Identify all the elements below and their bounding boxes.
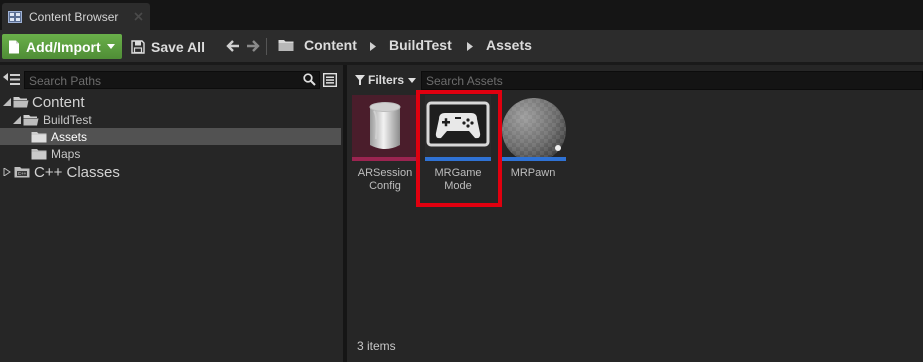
close-icon[interactable]	[133, 11, 144, 22]
chevron-right-icon[interactable]	[370, 42, 376, 51]
breadcrumb-assets[interactable]: Assets	[486, 37, 532, 53]
add-import-button[interactable]: Add/Import	[2, 34, 122, 59]
folder-open-icon	[23, 114, 39, 125]
collapsed-arrow-icon[interactable]	[3, 168, 11, 176]
path-search-bar	[0, 68, 343, 90]
breadcrumb-buildtest[interactable]: BuildTest	[389, 37, 452, 53]
asset-thumbnail	[500, 95, 566, 157]
chevron-right-icon[interactable]	[467, 42, 473, 51]
sources-panel: Content BuildTest Assets Maps	[0, 65, 343, 362]
tab-title: Content Browser	[29, 9, 119, 24]
folder-open-icon	[13, 97, 29, 108]
sphere-icon	[502, 98, 566, 157]
tab-strip: Content Browser	[0, 0, 923, 30]
tree-label-assets: Assets	[51, 129, 88, 144]
toolbar: Add/Import Save All Content BuildTest As…	[0, 30, 923, 62]
breadcrumb-content[interactable]: Content	[304, 37, 357, 53]
tree-label-content: Content	[32, 93, 85, 111]
filters-label: Filters	[368, 73, 405, 87]
add-import-label: Add/Import	[26, 38, 101, 55]
expanded-arrow-icon[interactable]	[3, 98, 11, 106]
tree-item-content[interactable]: Content	[0, 93, 343, 111]
filters-button[interactable]: Filters	[355, 71, 417, 89]
asset-tile-arsession-config[interactable]: ARSession Config	[352, 95, 418, 205]
tree-label-maps: Maps	[51, 146, 81, 161]
asset-thumbnail	[352, 95, 418, 157]
asset-view-panel: Filters Search Assets ARSession Config M…	[347, 65, 923, 362]
svg-text:C++: C++	[18, 171, 27, 176]
chevron-down-icon	[106, 44, 115, 49]
search-assets-input[interactable]	[422, 72, 922, 90]
asset-type-stripe	[500, 157, 566, 161]
folder-icon	[31, 148, 47, 159]
tree-item-cpp-classes[interactable]: C++ C++ Classes	[0, 163, 343, 181]
chevron-down-icon	[408, 77, 417, 83]
folder-icon	[31, 131, 47, 142]
asset-name: MRPawn	[510, 167, 556, 179]
toolbar-divider	[266, 38, 267, 55]
search-assets-field[interactable]	[421, 71, 923, 90]
cpp-folder-icon: C++	[14, 167, 30, 178]
expanded-arrow-icon[interactable]	[13, 115, 21, 124]
items-count-label: 3 items	[357, 339, 396, 353]
asset-tile-mrpawn[interactable]: MRPawn	[500, 95, 566, 205]
tree-item-maps[interactable]: Maps	[0, 145, 343, 162]
save-all-label: Save All	[151, 38, 205, 55]
new-file-icon	[9, 40, 19, 53]
save-icon	[131, 39, 145, 54]
tree-label-buildtest: BuildTest	[43, 112, 92, 127]
filter-icon	[355, 75, 365, 85]
folder-icon[interactable]	[278, 38, 294, 52]
search-paths-field[interactable]	[24, 71, 320, 89]
search-icon[interactable]	[303, 73, 316, 86]
content-browser-icon	[8, 10, 22, 23]
back-arrow-icon[interactable]	[226, 39, 240, 53]
selection-highlight-box	[416, 90, 502, 207]
search-paths-input[interactable]	[25, 73, 319, 89]
save-all-button[interactable]: Save All	[128, 34, 208, 59]
tree-item-buildtest[interactable]: BuildTest	[0, 111, 343, 128]
tree-label-cpp-classes: C++ Classes	[34, 163, 120, 181]
sources-toggle-icon[interactable]	[3, 73, 20, 86]
tab-content-browser[interactable]: Content Browser	[2, 3, 150, 30]
tree-item-assets[interactable]: Assets	[0, 128, 341, 145]
forward-arrow-icon[interactable]	[246, 39, 260, 53]
data-asset-icon	[369, 102, 401, 149]
view-options-icon[interactable]	[323, 73, 337, 87]
asset-name: ARSession Config	[357, 167, 413, 192]
filter-bar: Filters	[347, 68, 923, 90]
asset-type-stripe	[352, 157, 418, 161]
